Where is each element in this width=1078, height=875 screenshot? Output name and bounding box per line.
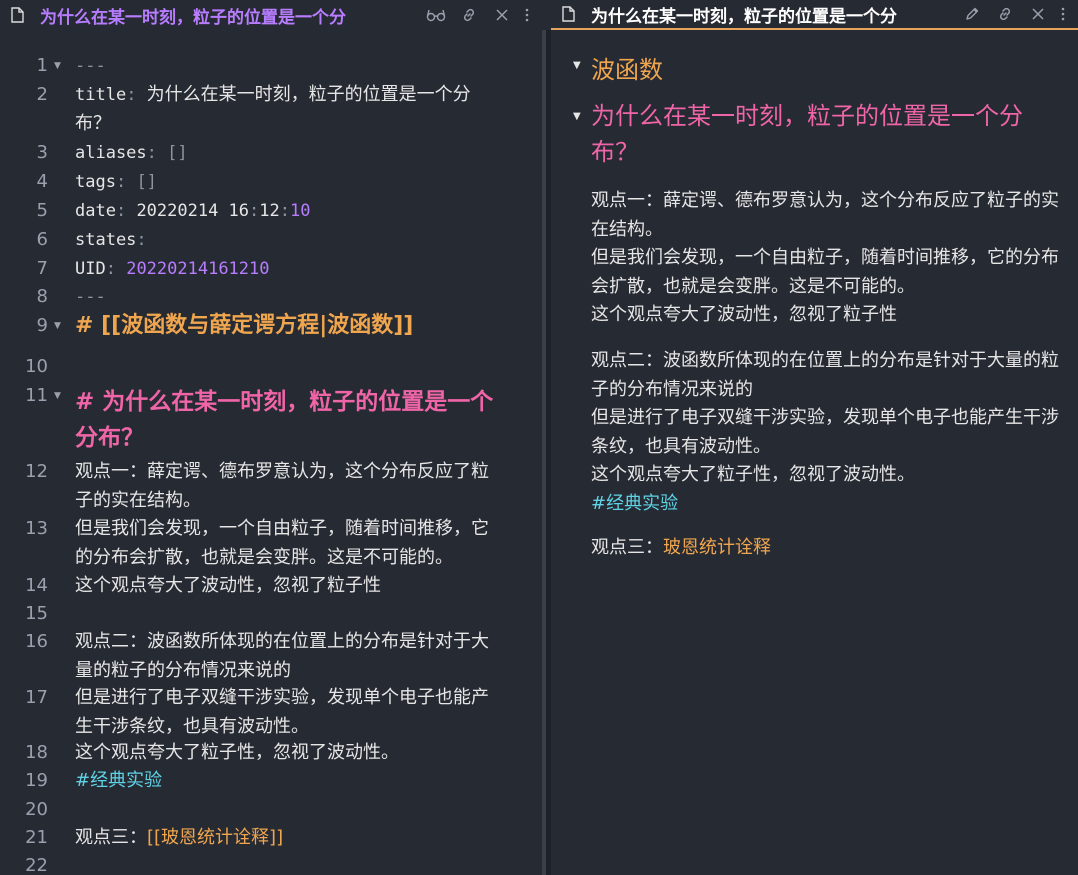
line-number: 6 — [36, 229, 48, 250]
paragraph-prefix: 观点三： — [75, 827, 147, 848]
close-icon[interactable] — [1021, 3, 1054, 25]
paragraph-text: 这个观点夸大了波动性，忽视了粒子性 — [75, 575, 381, 596]
line-number: 7 — [36, 258, 48, 279]
uid-value: 20220214161210 — [126, 259, 270, 279]
line-number: 20 — [25, 799, 48, 820]
heading-2-source: # 为什么在某一时刻，粒子的位置是一个分布？ — [75, 389, 494, 451]
link-icon[interactable] — [988, 3, 1021, 25]
line-number: 11 — [25, 385, 48, 406]
line-number: 22 — [25, 855, 48, 875]
colon: : — [115, 201, 137, 221]
editor-scrollbar[interactable] — [542, 30, 546, 875]
date-value-part: 12 — [259, 201, 280, 221]
date-value-part: 20220214 16 — [136, 201, 250, 221]
preview-pane: 为什么在某一时刻，粒子的位置是一个分 ▼ 波函数 ▼ 为什么在某一时刻，粒子的位… — [551, 0, 1078, 875]
uid-key: UID — [75, 259, 106, 279]
aliases-key: aliases — [75, 143, 147, 163]
editor-tab-title[interactable]: 为什么在某一时刻，粒子的位置是一个分 — [40, 3, 400, 28]
internal-link-source[interactable]: [[玻恩统计诠释]] — [147, 827, 283, 848]
states-key: states — [75, 230, 137, 250]
preview-paragraph-1: 观点一：薛定谔、德布罗意认为，这个分布反应了粒子的实在结构。 但是我们会发现，一… — [591, 187, 1061, 330]
close-icon[interactable] — [485, 4, 518, 26]
colon: : — [126, 85, 147, 105]
preview-tab-header[interactable]: 为什么在某一时刻，粒子的位置是一个分 — [551, 0, 1078, 30]
paragraph-prefix: 观点三： — [591, 537, 663, 558]
paragraph-text: 这个观点夸大了粒子性，忽视了波动性。 — [75, 742, 399, 763]
line-number: 4 — [36, 171, 48, 192]
edit-pencil-icon[interactable] — [955, 3, 988, 25]
paragraph-line: 但是我们会发现，一个自由粒子，随着时间推移，它的分布会扩散，也就是会变胖。这是不… — [591, 247, 1059, 297]
line-number: 14 — [25, 575, 48, 596]
line-number: 15 — [25, 603, 48, 624]
file-icon — [10, 7, 24, 23]
paragraph-line: 观点二：波函数所体现的在位置上的分布是针对于大量的粒子的分布情况来说的 — [591, 350, 1059, 400]
preview-tab-title[interactable]: 为什么在某一时刻，粒子的位置是一个分 — [591, 2, 947, 27]
paragraph-line: 这个观点夸大了粒子性，忽视了波动性。 — [591, 464, 915, 485]
pane-divider[interactable] — [542, 30, 551, 875]
editor-pane: 为什么在某一时刻，粒子的位置是一个分 1 ▼ --- 2 title: 为什么在… — [0, 0, 542, 875]
tags-value: [] — [136, 172, 157, 192]
preview-paragraph-2: 观点二：波函数所体现的在位置上的分布是针对于大量的粒子的分布情况来说的 但是进行… — [591, 347, 1061, 518]
internal-link[interactable]: 玻恩统计诠释 — [663, 537, 771, 558]
paragraph-text: 但是进行了电子双缝干涉实验，发现单个电子也能产生干涉条纹，也具有波动性。 — [75, 687, 489, 737]
editor-tab-header[interactable]: 为什么在某一时刻，粒子的位置是一个分 — [0, 0, 542, 30]
fold-arrow-icon[interactable]: ▼ — [54, 52, 61, 80]
line-number: 13 — [25, 518, 48, 539]
line-number: 19 — [25, 770, 48, 791]
title-key: title — [75, 85, 127, 105]
line-number: 5 — [36, 200, 48, 221]
fold-arrow-icon[interactable]: ▼ — [54, 312, 61, 340]
paragraph-line: 这个观点夸大了波动性，忽视了粒子性 — [591, 304, 897, 325]
collapse-arrow-icon[interactable]: ▼ — [573, 60, 581, 71]
frontmatter-aliases: aliases: [] — [75, 139, 500, 168]
frontmatter-title: title: 为什么在某一时刻，粒子的位置是一个分布？ — [75, 81, 500, 138]
aliases-value: [] — [167, 143, 188, 163]
colon: : — [279, 201, 291, 221]
reading-glasses-icon[interactable] — [419, 4, 452, 26]
frontmatter-uid: UID: 20220214161210 — [75, 255, 500, 284]
line-number: 3 — [36, 142, 48, 163]
colon: : — [136, 230, 147, 250]
date-value-part: 10 — [290, 201, 311, 221]
file-icon — [561, 6, 575, 22]
colon: : — [146, 143, 168, 163]
line-number: 12 — [25, 461, 48, 482]
line-number: 9 — [36, 315, 48, 336]
paragraph-text: 观点二：波函数所体现的在位置上的分布是针对于大量的粒子的分布情况来说的 — [75, 631, 489, 681]
preview-heading-1[interactable]: 波函数 — [591, 50, 663, 85]
colon: : — [249, 201, 260, 221]
heading-1-source: # [[波函数与薛定谔方程|波函数]] — [75, 313, 414, 338]
tag-text[interactable]: #经典实验 — [75, 767, 500, 796]
preview-paragraph-3: 观点三：玻恩统计诠释 — [591, 534, 1061, 563]
line-number: 1 — [36, 55, 48, 76]
more-options-icon[interactable] — [1054, 3, 1072, 25]
frontmatter-date: date: 20220214 16:12:10 — [75, 197, 500, 226]
tag-link[interactable]: #经典实验 — [591, 490, 1061, 519]
fold-arrow-icon[interactable]: ▼ — [54, 382, 61, 410]
date-key: date — [75, 201, 116, 221]
paragraph-text: 观点一：薛定谔、德布罗意认为，这个分布反应了粒子的实在结构。 — [75, 461, 489, 511]
frontmatter-delimiter: --- — [75, 287, 106, 307]
paragraph-text: 观点三：[[玻恩统计诠释]] — [75, 824, 500, 853]
line-number: 16 — [25, 631, 48, 652]
line-number: 2 — [36, 84, 48, 105]
line-number: 8 — [36, 286, 48, 307]
line-number: 10 — [25, 356, 48, 377]
collapse-arrow-icon[interactable]: ▼ — [573, 111, 581, 122]
paragraph-line: 但是进行了电子双缝干涉实验，发现单个电子也能产生干涉条纹，也具有波动性。 — [591, 407, 1059, 457]
frontmatter-delimiter: --- — [75, 56, 106, 76]
preview-heading-2: 为什么在某一时刻，粒子的位置是一个分布？ — [591, 102, 1023, 166]
tags-key: tags — [75, 172, 116, 192]
paragraph-text: 但是我们会发现，一个自由粒子，随着时间推移，它的分布会扩散，也就是会变胖。这是不… — [75, 518, 489, 568]
link-icon[interactable] — [452, 4, 485, 26]
line-number: 18 — [25, 742, 48, 763]
line-number: 21 — [25, 827, 48, 848]
line-number: 17 — [25, 687, 48, 708]
colon: : — [105, 259, 127, 279]
paragraph-line: 观点一：薛定谔、德布罗意认为，这个分布反应了粒子的实在结构。 — [591, 190, 1059, 240]
frontmatter-tags: tags: [] — [75, 168, 500, 197]
frontmatter-states: states: — [75, 226, 500, 255]
colon: : — [115, 172, 137, 192]
more-options-icon[interactable] — [518, 4, 536, 26]
